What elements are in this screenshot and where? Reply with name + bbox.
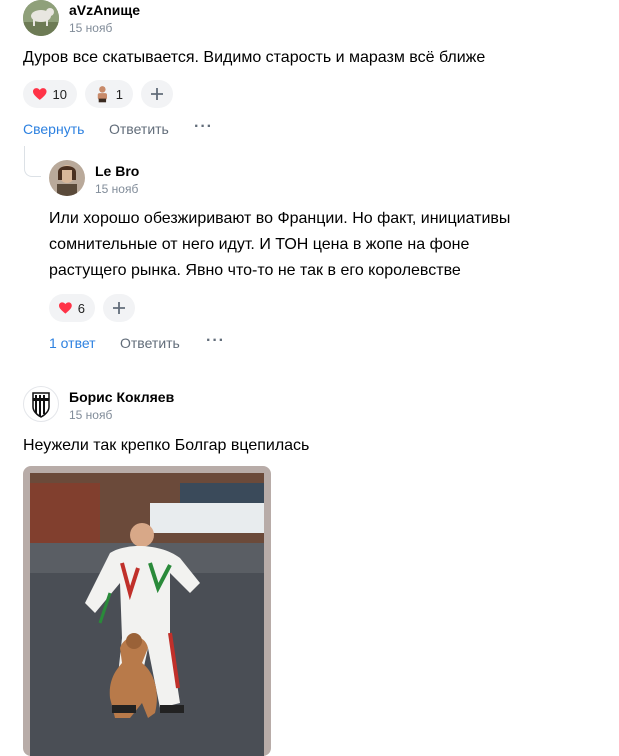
collapse-button[interactable]: Свернуть	[23, 121, 84, 137]
plus-icon	[113, 302, 125, 314]
reaction-count: 10	[52, 86, 67, 102]
reply-date[interactable]: 15 нояб	[95, 182, 138, 196]
attached-photo[interactable]	[23, 466, 271, 756]
more-options-button[interactable]: ···	[194, 118, 213, 136]
add-reaction-button[interactable]	[141, 80, 173, 108]
more-options-button[interactable]: ···	[206, 332, 225, 350]
reaction-count: 1	[115, 86, 123, 102]
add-reaction-button[interactable]	[103, 294, 135, 322]
dog-training-image-icon	[30, 473, 264, 756]
goat-avatar-icon	[23, 0, 59, 36]
person-avatar-icon	[49, 160, 85, 196]
reply-text-line: растущего рынка. Явно что-то не так в ег…	[49, 262, 461, 279]
heart-icon	[33, 88, 47, 100]
reaction-heart[interactable]: 10	[23, 80, 77, 108]
comment-author[interactable]: aVzAnище	[69, 2, 140, 18]
avatar[interactable]	[23, 0, 59, 36]
reply-author[interactable]: Le Bro	[95, 163, 139, 179]
avatar[interactable]	[23, 386, 59, 422]
comment-date[interactable]: 15 нояб	[69, 408, 112, 422]
reply-button[interactable]: Ответить	[109, 121, 169, 137]
heart-icon	[59, 302, 72, 314]
comment-date[interactable]: 15 нояб	[69, 21, 112, 35]
reply-text-line: сомнительные от него идут. И ТОН цена в …	[49, 236, 470, 253]
sticker-person-icon	[97, 86, 107, 103]
show-replies-button[interactable]: 1 ответ	[49, 335, 96, 351]
reaction-sticker[interactable]: 1	[85, 80, 133, 108]
reply-text-line: Или хорошо обезжиривают во Франции. Но ф…	[49, 210, 511, 227]
thread-line	[24, 146, 41, 177]
reaction-count: 6	[77, 300, 85, 316]
comment-text: Дуров все скатывается. Видимо старость и…	[23, 49, 486, 66]
reply-button[interactable]: Ответить	[120, 335, 180, 351]
juventus-logo-icon	[32, 392, 50, 418]
comment-text: Неужели так крепко Болгар вцепилась	[23, 437, 310, 454]
plus-icon	[151, 88, 163, 100]
reaction-heart[interactable]: 6	[49, 294, 95, 322]
avatar[interactable]	[49, 160, 85, 196]
comment-author[interactable]: Борис Кокляев	[69, 389, 174, 405]
photo-image	[30, 473, 264, 756]
